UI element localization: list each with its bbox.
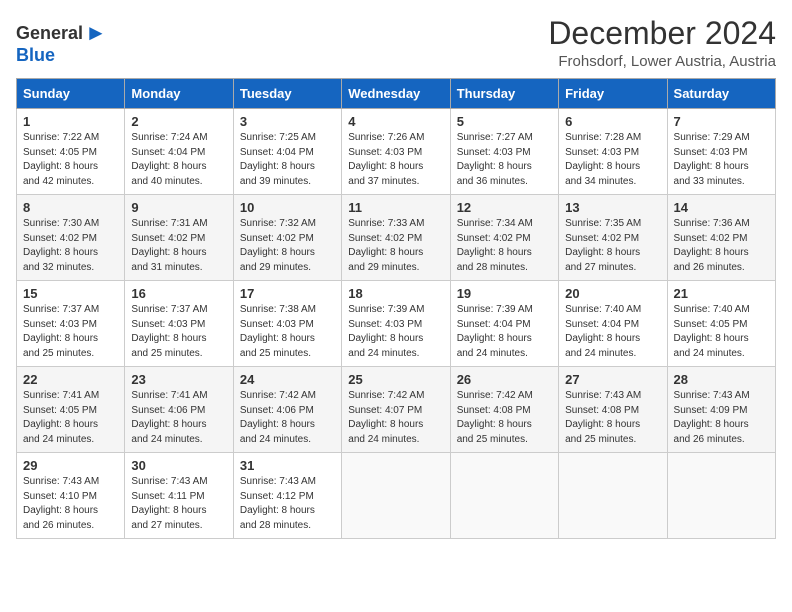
table-row: 9Sunrise: 7:31 AMSunset: 4:02 PMDaylight… [125, 195, 233, 281]
table-row: 17Sunrise: 7:38 AMSunset: 4:03 PMDayligh… [233, 281, 341, 367]
table-row [667, 453, 775, 539]
logo-blue: Blue [16, 46, 55, 64]
page-header: General ► Blue December 2024 Frohsdorf, … [16, 16, 776, 70]
table-row: 2Sunrise: 7:24 AMSunset: 4:04 PMDaylight… [125, 109, 233, 195]
header-thursday: Thursday [450, 79, 558, 109]
table-row: 20Sunrise: 7:40 AMSunset: 4:04 PMDayligh… [559, 281, 667, 367]
table-row: 14Sunrise: 7:36 AMSunset: 4:02 PMDayligh… [667, 195, 775, 281]
table-row: 16Sunrise: 7:37 AMSunset: 4:03 PMDayligh… [125, 281, 233, 367]
header-saturday: Saturday [667, 79, 775, 109]
table-row: 11Sunrise: 7:33 AMSunset: 4:02 PMDayligh… [342, 195, 450, 281]
calendar-table: Sunday Monday Tuesday Wednesday Thursday… [16, 78, 776, 539]
table-row: 27Sunrise: 7:43 AMSunset: 4:08 PMDayligh… [559, 367, 667, 453]
header-sunday: Sunday [17, 79, 125, 109]
table-row: 12Sunrise: 7:34 AMSunset: 4:02 PMDayligh… [450, 195, 558, 281]
table-row: 7Sunrise: 7:29 AMSunset: 4:03 PMDaylight… [667, 109, 775, 195]
location-title: Frohsdorf, Lower Austria, Austria [548, 53, 776, 70]
table-row: 4Sunrise: 7:26 AMSunset: 4:03 PMDaylight… [342, 109, 450, 195]
table-row: 25Sunrise: 7:42 AMSunset: 4:07 PMDayligh… [342, 367, 450, 453]
header-wednesday: Wednesday [342, 79, 450, 109]
logo-bird-icon: ► [85, 20, 107, 46]
table-row: 24Sunrise: 7:42 AMSunset: 4:06 PMDayligh… [233, 367, 341, 453]
table-row: 6Sunrise: 7:28 AMSunset: 4:03 PMDaylight… [559, 109, 667, 195]
table-row: 21Sunrise: 7:40 AMSunset: 4:05 PMDayligh… [667, 281, 775, 367]
header-monday: Monday [125, 79, 233, 109]
logo-general: General [16, 24, 83, 42]
header-friday: Friday [559, 79, 667, 109]
table-row: 8Sunrise: 7:30 AMSunset: 4:02 PMDaylight… [17, 195, 125, 281]
table-row: 31Sunrise: 7:43 AMSunset: 4:12 PMDayligh… [233, 453, 341, 539]
month-title: December 2024 [548, 16, 776, 51]
table-row: 23Sunrise: 7:41 AMSunset: 4:06 PMDayligh… [125, 367, 233, 453]
table-row: 15Sunrise: 7:37 AMSunset: 4:03 PMDayligh… [17, 281, 125, 367]
table-row: 26Sunrise: 7:42 AMSunset: 4:08 PMDayligh… [450, 367, 558, 453]
table-row: 1Sunrise: 7:22 AMSunset: 4:05 PMDaylight… [17, 109, 125, 195]
table-row: 10Sunrise: 7:32 AMSunset: 4:02 PMDayligh… [233, 195, 341, 281]
header-row: Sunday Monday Tuesday Wednesday Thursday… [17, 79, 776, 109]
table-row: 30Sunrise: 7:43 AMSunset: 4:11 PMDayligh… [125, 453, 233, 539]
table-row: 13Sunrise: 7:35 AMSunset: 4:02 PMDayligh… [559, 195, 667, 281]
table-row: 22Sunrise: 7:41 AMSunset: 4:05 PMDayligh… [17, 367, 125, 453]
header-tuesday: Tuesday [233, 79, 341, 109]
table-row [450, 453, 558, 539]
table-row: 5Sunrise: 7:27 AMSunset: 4:03 PMDaylight… [450, 109, 558, 195]
table-row: 3Sunrise: 7:25 AMSunset: 4:04 PMDaylight… [233, 109, 341, 195]
table-row: 18Sunrise: 7:39 AMSunset: 4:03 PMDayligh… [342, 281, 450, 367]
title-area: December 2024 Frohsdorf, Lower Austria, … [548, 16, 776, 70]
logo: General ► Blue [16, 20, 107, 64]
table-row: 19Sunrise: 7:39 AMSunset: 4:04 PMDayligh… [450, 281, 558, 367]
table-row: 28Sunrise: 7:43 AMSunset: 4:09 PMDayligh… [667, 367, 775, 453]
table-row: 29Sunrise: 7:43 AMSunset: 4:10 PMDayligh… [17, 453, 125, 539]
table-row [342, 453, 450, 539]
table-row [559, 453, 667, 539]
